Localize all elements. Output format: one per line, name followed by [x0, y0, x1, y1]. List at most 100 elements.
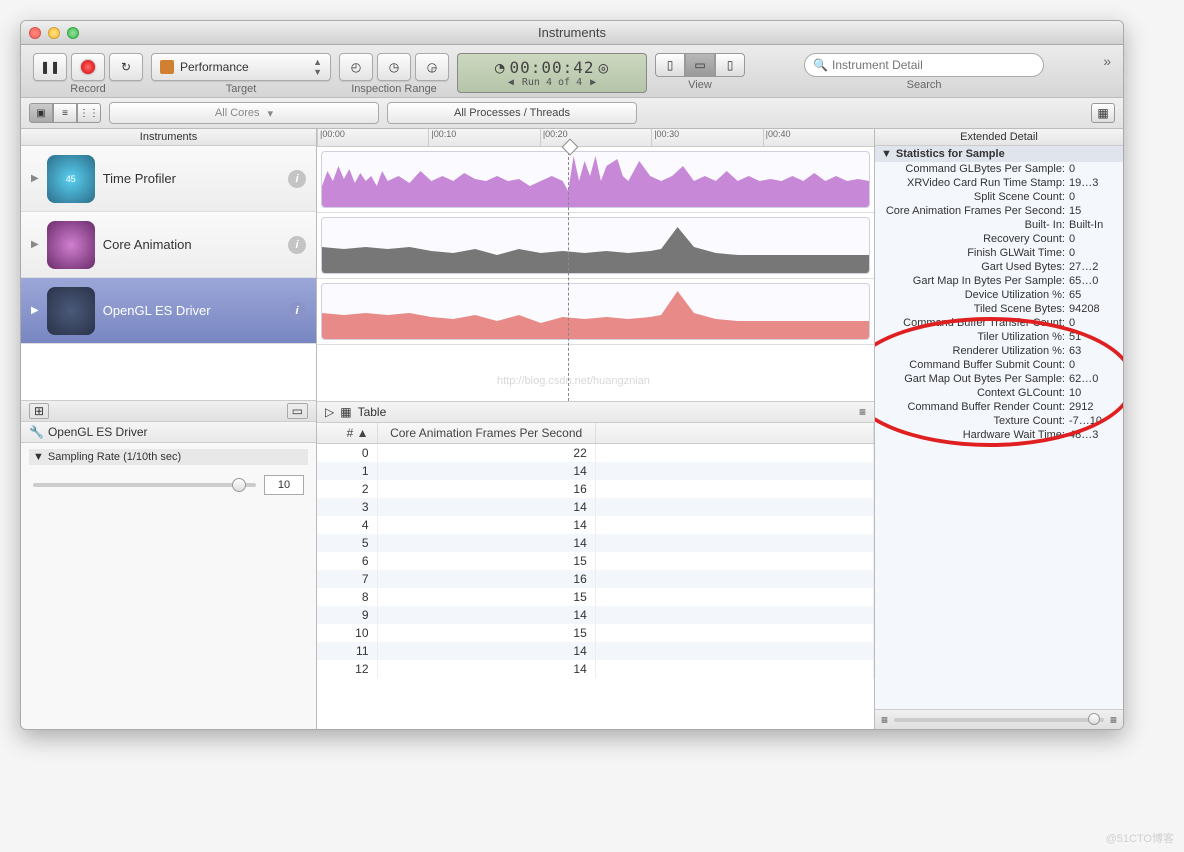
- table-row[interactable]: 1214: [317, 660, 874, 678]
- data-table-wrap[interactable]: # ▲ Core Animation Frames Per Second 022…: [317, 423, 874, 729]
- search-input[interactable]: [832, 58, 1035, 72]
- search-icon: 🔍: [813, 58, 828, 72]
- footer-watermark: @51CTO博客: [1106, 830, 1174, 846]
- strategy-3[interactable]: ⋮⋮: [77, 103, 101, 123]
- instrument-time-profiler[interactable]: ▶ 45 Time Profiler i: [21, 146, 316, 212]
- track-core-animation[interactable]: [317, 213, 874, 279]
- stat-row: Gart Map In Bytes Per Sample:65…0: [875, 274, 1123, 288]
- watermark-url: http://blog.csdn.net/huangznian: [497, 375, 650, 387]
- clock-icon: ◴: [351, 60, 361, 74]
- range-left-button[interactable]: ◴: [339, 53, 373, 81]
- instruments-window: Instruments ❚❚ ↻ Record Performance ▲▼ T…: [20, 20, 1124, 730]
- zoom-button[interactable]: [67, 27, 79, 39]
- info-button[interactable]: i: [288, 302, 306, 320]
- disclosure-icon[interactable]: ▶: [31, 305, 39, 316]
- search-field[interactable]: 🔍: [804, 53, 1044, 77]
- table-icon: ▦: [340, 405, 351, 419]
- add-button[interactable]: ▭: [287, 403, 308, 419]
- record-icon: [81, 60, 95, 74]
- table-row[interactable]: 314: [317, 498, 874, 516]
- table-row[interactable]: 514: [317, 534, 874, 552]
- minimize-button[interactable]: [48, 27, 60, 39]
- stat-row: Hardware Wait Time:48…3: [875, 428, 1123, 442]
- target-dropdown[interactable]: Performance ▲▼: [151, 53, 331, 81]
- disclosure-icon[interactable]: ▷: [325, 405, 334, 419]
- instruments-list: ▶ 45 Time Profiler i ▶ Core Animation i …: [21, 146, 316, 344]
- table-row[interactable]: 716: [317, 570, 874, 588]
- sampling-slider[interactable]: [33, 483, 256, 487]
- stat-row: Recovery Count:0: [875, 232, 1123, 246]
- record-label: Record: [70, 83, 105, 95]
- slider-thumb[interactable]: [232, 478, 246, 492]
- stat-row: XRVideo Card Run Time Stamp:19…3: [875, 176, 1123, 190]
- col-fps[interactable]: Core Animation Frames Per Second: [377, 423, 595, 444]
- graph-icon[interactable]: ⊞: [29, 403, 49, 419]
- zoom-slider[interactable]: [894, 718, 1104, 722]
- stat-row: Device Utilization %:65: [875, 288, 1123, 302]
- list-icon[interactable]: ≡: [881, 713, 888, 727]
- pause-button[interactable]: ❚❚: [33, 53, 67, 81]
- stat-row: Renderer Utilization %:63: [875, 344, 1123, 358]
- stats-header[interactable]: ▼Statistics for Sample: [875, 146, 1123, 162]
- prev-run-button[interactable]: ◀: [508, 77, 514, 88]
- search-label: Search: [907, 79, 942, 91]
- close-button[interactable]: [29, 27, 41, 39]
- view-center-button[interactable]: ▭: [685, 53, 715, 77]
- table-row[interactable]: 815: [317, 588, 874, 606]
- view-left-button[interactable]: ▯: [655, 53, 685, 77]
- sub-toolbar: ▣ ≡ ⋮⋮ All Cores▾ All Processes / Thread…: [21, 98, 1123, 129]
- loop-button[interactable]: ↻: [109, 53, 143, 81]
- sampling-value[interactable]: 10: [264, 475, 304, 495]
- table-row[interactable]: 914: [317, 606, 874, 624]
- table-row[interactable]: 022: [317, 444, 874, 463]
- cores-filter[interactable]: All Cores▾: [109, 102, 379, 124]
- stat-row: Split Scene Count:0: [875, 190, 1123, 204]
- core-animation-icon: [47, 221, 95, 269]
- track-time-profiler[interactable]: [317, 147, 874, 213]
- traffic-lights: [29, 27, 79, 39]
- table-row[interactable]: 216: [317, 480, 874, 498]
- zoom-bar: ≡ ≡: [875, 709, 1123, 729]
- clock-icon: ◶: [427, 60, 437, 74]
- list-icon[interactable]: ≡: [1110, 713, 1117, 727]
- stat-row: Gart Used Bytes:27…2: [875, 260, 1123, 274]
- info-button[interactable]: i: [288, 236, 306, 254]
- tool-icon: 🔧: [29, 425, 44, 439]
- strategy-1[interactable]: ▣: [29, 103, 53, 123]
- col-index[interactable]: # ▲: [317, 423, 377, 444]
- info-button[interactable]: i: [288, 170, 306, 188]
- color-legend-button[interactable]: ▦: [1091, 103, 1115, 123]
- disclosure-icon[interactable]: ▶: [31, 173, 39, 184]
- disclosure-icon[interactable]: ▶: [31, 239, 39, 250]
- strategy-2[interactable]: ≡: [53, 103, 77, 123]
- range-right-button[interactable]: ◶: [415, 53, 449, 81]
- table-row[interactable]: 114: [317, 462, 874, 480]
- view-right-button[interactable]: ▯: [715, 53, 745, 77]
- stat-row: Finish GLWait Time:0: [875, 246, 1123, 260]
- titlebar[interactable]: Instruments: [21, 21, 1123, 45]
- instrument-core-animation[interactable]: ▶ Core Animation i: [21, 212, 316, 278]
- sampling-heading[interactable]: ▼Sampling Rate (1/10th sec): [29, 449, 308, 465]
- disclosure-icon: ▼: [33, 451, 44, 463]
- target-icon: ◎: [599, 58, 610, 77]
- track-opengl[interactable]: [317, 279, 874, 345]
- target-label: Target: [226, 83, 257, 95]
- window-title: Instruments: [21, 25, 1123, 40]
- instrument-opengl-es-driver[interactable]: ▶ OpenGL ES Driver i: [21, 278, 316, 344]
- timeline-ruler[interactable]: |00:00 |00:10 |00:20 |00:30 |00:40: [317, 129, 874, 147]
- menu-icon[interactable]: ≡: [859, 405, 866, 419]
- next-run-button[interactable]: ▶: [590, 77, 596, 88]
- threads-filter[interactable]: All Processes / Threads: [387, 102, 637, 124]
- time-display: ◔00:00:42◎ ◀Run 4 of 4▶: [457, 53, 647, 93]
- overflow-button[interactable]: »: [1103, 53, 1111, 69]
- table-row[interactable]: 414: [317, 516, 874, 534]
- table-row[interactable]: 615: [317, 552, 874, 570]
- record-button[interactable]: [71, 53, 105, 81]
- table-row[interactable]: 1114: [317, 642, 874, 660]
- detail-selector[interactable]: 🔧 OpenGL ES Driver: [21, 421, 316, 443]
- extended-detail-header: Extended Detail: [875, 129, 1123, 146]
- slider-thumb[interactable]: [1088, 713, 1100, 725]
- table-row[interactable]: 1015: [317, 624, 874, 642]
- playhead[interactable]: [568, 147, 569, 401]
- range-clear-button[interactable]: ◷: [377, 53, 411, 81]
